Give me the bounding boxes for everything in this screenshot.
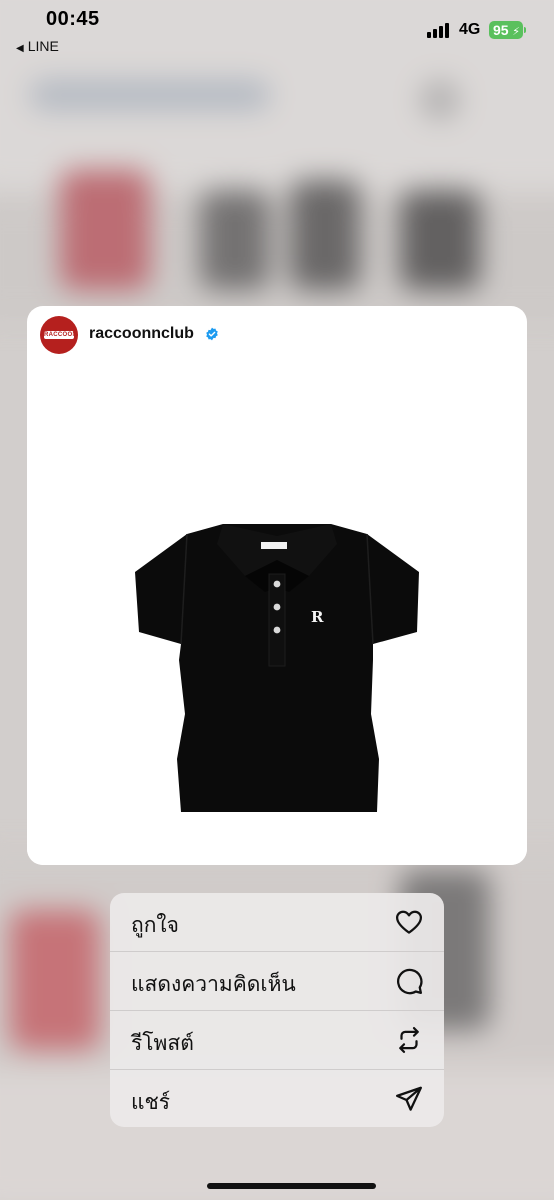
menu-item-like[interactable]: ถูกใจ — [110, 893, 444, 952]
menu-item-label: แสดงความคิดเห็น — [131, 973, 296, 996]
menu-item-label: รีโพสต์ — [131, 1032, 194, 1055]
battery-icon: 95 ⚡ — [489, 21, 526, 39]
avatar-logo: RACCOON — [44, 331, 78, 339]
context-menu: ถูกใจ แสดงความคิดเห็น รีโพสต์ แชร์ — [110, 893, 444, 1127]
status-bar: 00:45 ◀ LINE 4G 95 ⚡ — [0, 0, 554, 62]
home-indicator[interactable] — [207, 1183, 376, 1189]
menu-item-label: แชร์ — [131, 1091, 171, 1114]
battery-level: 95 — [493, 22, 509, 38]
status-time: 00:45 — [46, 8, 100, 30]
post-image[interactable]: R — [27, 364, 527, 865]
post-preview-card[interactable]: RACCOON raccoonnclub R — [27, 306, 527, 865]
back-app-label: LINE — [27, 38, 59, 54]
menu-item-label: ถูกใจ — [131, 914, 179, 937]
post-header: RACCOON raccoonnclub — [27, 306, 527, 365]
menu-item-repost[interactable]: รีโพสต์ — [110, 1011, 444, 1070]
comment-icon — [397, 968, 423, 995]
avatar[interactable]: RACCOON — [40, 316, 78, 354]
repost-icon — [399, 1027, 419, 1053]
menu-item-share[interactable]: แชร์ — [110, 1070, 444, 1127]
svg-text:R: R — [311, 608, 324, 626]
back-arrow-icon: ◀ — [16, 43, 24, 54]
charging-bolt-icon: ⚡ — [512, 26, 520, 38]
post-username[interactable]: raccoonnclub — [89, 325, 194, 343]
verified-badge-icon — [206, 327, 218, 341]
heart-icon — [396, 910, 422, 934]
polo-shirt-image: R — [135, 524, 419, 812]
menu-item-comment[interactable]: แสดงความคิดเห็น — [110, 952, 444, 1011]
share-icon — [396, 1086, 422, 1111]
signal-icon — [427, 22, 453, 38]
back-to-app[interactable]: ◀ LINE — [16, 38, 59, 54]
network-type: 4G — [459, 21, 481, 38]
